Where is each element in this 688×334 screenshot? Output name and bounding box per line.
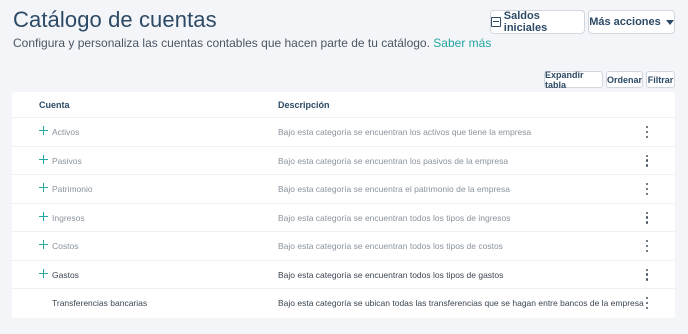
account-description: Bajo esta categoría se encuentran los ac… [278,127,532,137]
caret-down-icon [665,19,674,25]
accounts-table: Cuenta Descripción Activos Bajo esta cat… [12,92,675,318]
filtrar-button[interactable]: Filtrar [646,71,675,88]
saldos-iniciales-button[interactable]: Saldos iniciales [490,10,585,34]
mas-acciones-label: Más acciones [589,16,661,28]
account-name: Activos [52,127,80,137]
kebab-menu-icon[interactable] [642,297,652,309]
table-header: Cuenta Descripción [12,92,675,118]
calculator-icon [491,17,501,27]
account-description: Bajo esta categoría se encuentran los pa… [278,155,509,166]
account-description: Bajo esta categoría se encuentran todos … [278,212,511,223]
table-row[interactable]: Activos Bajo esta categoría se encuentra… [12,118,675,147]
ordenar-button[interactable]: Ordenar [606,71,643,88]
plus-icon[interactable] [39,268,48,278]
account-name: Ingresos [52,212,85,223]
account-description: Bajo esta categoría se encuentra el patr… [278,184,510,194]
plus-icon[interactable] [39,183,48,192]
table-row[interactable]: Transferencias bancarias Bajo esta categ… [12,289,675,318]
account-description: Bajo esta categoría se ubican todas las … [278,298,644,308]
table-row[interactable]: Gastos Bajo esta categoría se encuentran… [12,261,675,289]
plus-icon[interactable] [39,154,48,164]
column-header-descripcion: Descripción [278,100,330,110]
plus-icon[interactable] [39,211,48,221]
account-name: Transferencias bancarias [52,298,148,308]
plus-icon[interactable] [39,240,48,249]
page-title: Catálogo de cuentas [13,7,217,32]
mas-acciones-button[interactable]: Más acciones [588,10,675,34]
account-description: Bajo esta categoría se encuentran todos … [278,241,503,251]
page-subtitle: Configura y personaliza las cuentas cont… [13,36,491,50]
expandir-tabla-button[interactable]: Expandir tabla [544,70,603,90]
subtitle-text: Configura y personaliza las cuentas cont… [13,36,430,50]
kebab-menu-icon[interactable] [642,183,652,195]
column-header-cuenta: Cuenta [39,100,70,110]
kebab-menu-icon[interactable] [642,268,652,281]
plus-icon[interactable] [39,126,48,135]
account-name: Patrimonio [52,184,93,194]
table-row[interactable]: Pasivos Bajo esta categoría se encuentra… [12,147,675,175]
account-name: Gastos [52,269,79,280]
account-description: Bajo esta categoría se encuentran todos … [278,269,504,280]
kebab-menu-icon[interactable] [642,126,652,138]
kebab-menu-icon[interactable] [642,154,652,167]
table-row[interactable]: Ingresos Bajo esta categoría se encuentr… [12,204,675,232]
account-name: Pasivos [52,155,82,166]
saldos-iniciales-label: Saldos iniciales [503,10,548,34]
table-row[interactable]: Patrimonio Bajo esta categoría se encuen… [12,175,675,204]
kebab-menu-icon[interactable] [642,240,652,252]
account-name: Costos [52,241,79,251]
kebab-menu-icon[interactable] [642,211,652,224]
saber-mas-link[interactable]: Saber más [433,36,491,50]
table-row[interactable]: Costos Bajo esta categoría se encuentran… [12,232,675,261]
